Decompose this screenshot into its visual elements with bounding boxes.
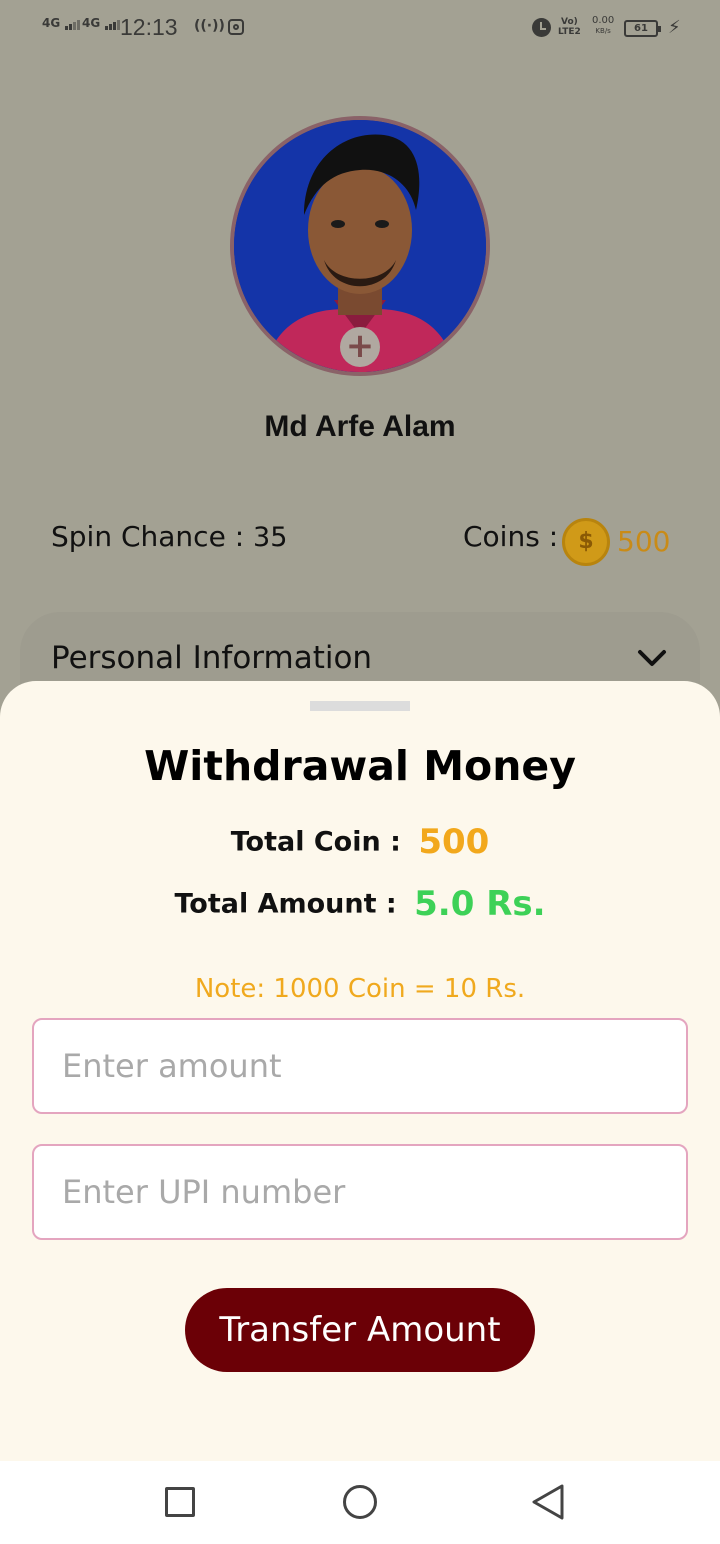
total-amount-row: Total Amount : 5.0 Rs. <box>0 884 720 924</box>
chevron-down-icon[interactable] <box>636 644 668 672</box>
volte-indicator: Vo) LTE2 <box>558 17 581 37</box>
total-coin-value: 500 <box>418 822 490 862</box>
back-button[interactable] <box>530 1482 566 1522</box>
upi-input[interactable] <box>32 1144 688 1240</box>
signal-bars-icon <box>65 16 81 30</box>
recent-apps-button[interactable] <box>165 1487 195 1517</box>
charging-icon: ⚡ <box>668 17 681 38</box>
home-button[interactable] <box>343 1485 377 1519</box>
speed-value: 0.00 <box>592 15 615 26</box>
personal-information-label: Personal Information <box>51 640 373 676</box>
total-coin-row: Total Coin : 500 <box>0 822 720 862</box>
battery-icon: 61 <box>624 20 661 37</box>
transfer-amount-button[interactable]: Transfer Amount <box>185 1288 535 1372</box>
total-amount-label: Total Amount : <box>174 888 407 920</box>
signal-4g-2: 4G <box>82 16 121 30</box>
alarm-icon <box>532 18 551 37</box>
plus-icon: + <box>345 326 375 366</box>
clock: 12:13 <box>120 14 178 40</box>
coins-label: Coins : <box>463 520 559 553</box>
total-coin-label: Total Coin : <box>230 826 411 858</box>
spin-chance: Spin Chance : 35 <box>51 520 287 553</box>
spin-chance-label: Spin Chance : <box>51 520 254 553</box>
signal-4g-1: 4G <box>42 16 81 30</box>
signal-2-label: 4G <box>82 16 101 30</box>
volte-bottom: LTE2 <box>558 27 581 37</box>
coins-value: 500 <box>617 525 671 558</box>
volte-top: Vo) <box>561 17 578 27</box>
signal-bars-icon <box>105 16 121 30</box>
sheet-title: Withdrawal Money <box>144 742 576 790</box>
spin-chance-value: 35 <box>253 522 288 553</box>
instagram-icon <box>228 19 244 35</box>
user-name: Md Arfe Alam <box>264 410 456 443</box>
sheet-drag-handle[interactable] <box>310 701 410 711</box>
speed-unit: KB/s <box>595 27 611 35</box>
coin-icon: $ <box>562 518 610 566</box>
add-photo-button[interactable]: + <box>340 327 380 367</box>
conversion-note: Note: 1000 Coin = 10 Rs. <box>194 974 526 1004</box>
signal-1-label: 4G <box>42 16 61 30</box>
network-speed: 0.00 KB/s <box>592 16 614 36</box>
status-bar: 4G 4G 12:13 ((·)) Vo) LTE2 0.00 KB/s 61 … <box>0 0 720 56</box>
amount-input[interactable] <box>32 1018 688 1114</box>
hotspot-icon: ((·)) <box>194 18 225 34</box>
total-amount-value: 5.0 Rs. <box>414 884 546 924</box>
